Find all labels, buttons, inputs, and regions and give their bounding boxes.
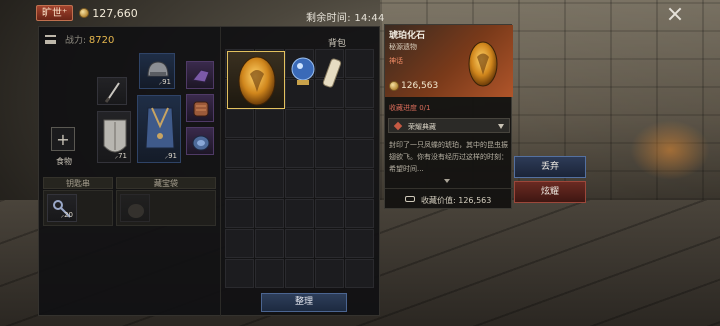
bag-cell[interactable] bbox=[225, 199, 254, 228]
bag-cell[interactable] bbox=[315, 139, 344, 168]
crystal-ball-item[interactable] bbox=[289, 53, 317, 95]
bag-cell[interactable] bbox=[225, 109, 254, 138]
bag-cell[interactable] bbox=[315, 109, 344, 138]
background-fire-glow bbox=[630, 120, 710, 180]
show-off-button[interactable]: 炫耀 bbox=[514, 181, 586, 203]
belt-slot[interactable] bbox=[186, 94, 214, 122]
collection-icon bbox=[405, 196, 415, 202]
amber-fossil-item[interactable] bbox=[227, 51, 285, 109]
item-name: 琥珀化石 bbox=[389, 31, 426, 41]
treasure-bag-header: 藏宝袋 bbox=[116, 177, 216, 189]
rank-badge[interactable]: 旷世⁺ bbox=[36, 5, 74, 21]
bag-cell[interactable] bbox=[225, 169, 254, 198]
collection-value: 收藏价值: 126,563 bbox=[385, 188, 513, 210]
bag-cell[interactable] bbox=[345, 139, 374, 168]
bag-cell[interactable] bbox=[345, 259, 374, 288]
collection-progress: 收藏进度 0/1 bbox=[389, 104, 431, 112]
bag-cell[interactable] bbox=[255, 109, 284, 138]
discard-button[interactable]: 丢弃 bbox=[514, 156, 586, 178]
inventory-panel: 战力: 8720 ⸝91 ⸝71 ⸝91 + 食物 钥匙串 藏宝袋 ⸝20 背包… bbox=[38, 26, 380, 317]
bag-cell[interactable] bbox=[285, 139, 314, 168]
expand-description-icon[interactable] bbox=[444, 179, 450, 183]
knife-icon bbox=[104, 82, 120, 103]
gloves-slot[interactable] bbox=[186, 61, 214, 89]
amber-fossil-preview-icon bbox=[468, 41, 498, 87]
belt-icon bbox=[193, 101, 209, 117]
coin-icon bbox=[79, 8, 90, 18]
shield-count: ⸝71 bbox=[114, 152, 127, 160]
bag-cell[interactable] bbox=[285, 109, 314, 138]
bag-cell[interactable] bbox=[315, 169, 344, 198]
tooltip-header: 琥珀化石 秘源遗物 神话 126,563 bbox=[385, 25, 513, 97]
key-slot[interactable]: ⸝20 bbox=[47, 194, 77, 222]
chest-armor-count: ⸝91 bbox=[164, 152, 177, 160]
bag-cell[interactable] bbox=[285, 199, 314, 228]
treasure-bag-slot[interactable] bbox=[120, 194, 150, 222]
bag-cell[interactable] bbox=[345, 49, 374, 78]
melee-weapon-slot[interactable] bbox=[97, 77, 127, 105]
combat-power-value: 8720 bbox=[88, 35, 115, 46]
coin-amount: 127,660 bbox=[92, 6, 138, 20]
bag-cell[interactable] bbox=[255, 229, 284, 258]
combat-power: 战力: 8720 bbox=[65, 33, 114, 46]
collection-dropdown-value: 荣耀典藏 bbox=[408, 123, 436, 131]
equipment-column: 战力: 8720 ⸝91 ⸝71 ⸝91 + 食物 钥匙串 藏宝袋 ⸝20 bbox=[39, 27, 221, 317]
bag-cell[interactable] bbox=[315, 259, 344, 288]
crystal-ball-icon bbox=[291, 57, 315, 85]
bag-title: 背包 bbox=[327, 39, 346, 49]
bag-cell[interactable] bbox=[285, 169, 314, 198]
bag-cell[interactable] bbox=[315, 199, 344, 228]
food-label: 食物 bbox=[56, 157, 72, 166]
bag-cell[interactable] bbox=[345, 109, 374, 138]
item-type: 秘源遗物 bbox=[389, 43, 417, 51]
gloves-icon bbox=[192, 69, 210, 83]
amber-fossil-icon bbox=[238, 56, 276, 106]
menu-icon[interactable] bbox=[45, 35, 56, 44]
item-description: 封印了一只凤蝶的琥珀，其中的昆虫振翅欲飞。你有没有经历过这样的时刻：希望时间..… bbox=[389, 141, 508, 173]
remaining-time: 剩余时间: 14:44 bbox=[306, 13, 385, 24]
bag-cell[interactable] bbox=[255, 259, 284, 288]
chevron-down-icon bbox=[498, 124, 504, 129]
combat-power-label: 战力: bbox=[65, 36, 87, 46]
sort-button[interactable]: 整理 bbox=[261, 293, 347, 312]
bag-cell[interactable] bbox=[255, 139, 284, 168]
scroll-icon bbox=[322, 58, 342, 88]
collection-value-text: 收藏价值: 126,563 bbox=[421, 196, 492, 205]
top-currency-bar: 旷世⁺ 127,660 bbox=[36, 4, 138, 22]
close-icon[interactable] bbox=[667, 6, 683, 22]
bag-icon bbox=[192, 135, 210, 151]
pouch-icon bbox=[128, 204, 144, 218]
collection-dropdown[interactable]: 荣耀典藏 bbox=[388, 118, 510, 133]
coin-icon bbox=[389, 81, 399, 91]
bag-cell[interactable] bbox=[345, 169, 374, 198]
accessory-slot[interactable] bbox=[186, 127, 214, 155]
bag-cell[interactable] bbox=[345, 229, 374, 258]
bag-cell[interactable] bbox=[225, 139, 254, 168]
key-count: ⸝20 bbox=[60, 211, 73, 219]
item-tooltip: 琥珀化石 秘源遗物 神话 126,563 收藏进度 0/1 荣耀典藏 封印了一只… bbox=[384, 24, 513, 210]
bag-cell[interactable] bbox=[345, 79, 374, 108]
bag-cell[interactable] bbox=[285, 229, 314, 258]
bag-cell[interactable] bbox=[285, 259, 314, 288]
helmet-count: ⸝91 bbox=[158, 78, 171, 86]
item-rarity: 神话 bbox=[389, 57, 403, 65]
keychain-header: 钥匙串 bbox=[43, 177, 113, 189]
add-food-button[interactable]: + bbox=[51, 127, 75, 151]
item-price: 126,563 bbox=[389, 81, 438, 91]
shield-slot[interactable]: ⸝71 bbox=[97, 111, 131, 163]
bag-cell[interactable] bbox=[315, 229, 344, 258]
helmet-slot[interactable]: ⸝91 bbox=[139, 53, 175, 89]
scroll-item[interactable] bbox=[319, 53, 347, 95]
bag-cell[interactable] bbox=[225, 259, 254, 288]
coin-counter: 127,660 bbox=[79, 7, 138, 20]
chest-armor-slot[interactable]: ⸝91 bbox=[137, 95, 181, 163]
item-price-value: 126,563 bbox=[401, 81, 439, 91]
bag-cell[interactable] bbox=[345, 199, 374, 228]
bag-cell[interactable] bbox=[225, 229, 254, 258]
bag-cell[interactable] bbox=[255, 169, 284, 198]
bag-cell[interactable] bbox=[255, 199, 284, 228]
gem-icon bbox=[393, 121, 403, 131]
